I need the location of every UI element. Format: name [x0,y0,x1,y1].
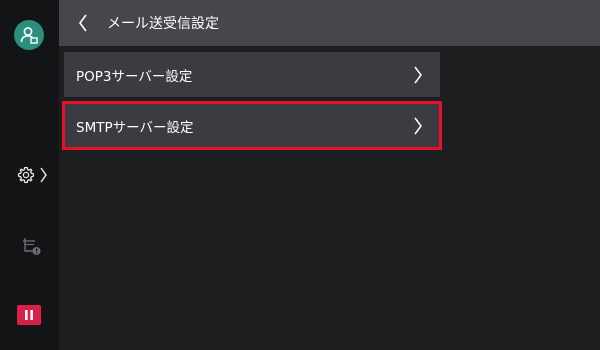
settings-menu: POP3サーバー設定 SMTPサーバー設定 [62,52,442,154]
page-title: メール送受信設定 [107,16,219,32]
user-avatar-button[interactable] [14,20,44,50]
chevron-right-icon [40,167,47,183]
menu-item-smtp-server-settings[interactable]: SMTPサーバー設定 [62,101,442,150]
menu-item-label: SMTPサーバー設定 [76,119,194,136]
pause-button[interactable] [17,305,41,325]
user-avatar-icon [20,27,38,44]
printer-status-icon [23,238,41,255]
back-button[interactable] [63,0,103,46]
job-status-button[interactable] [20,234,44,258]
gear-icon [17,166,35,184]
header-bar: メール送受信設定 [59,0,600,46]
left-rail [0,0,59,350]
chevron-left-icon [79,14,87,32]
chevron-right-icon [414,117,422,135]
menu-item-label: POP3サーバー設定 [76,68,193,85]
screen: メール送受信設定 POP3サーバー設定 SMTPサーバー設定 [0,0,600,350]
settings-button[interactable] [16,160,58,190]
chevron-right-icon [414,66,422,84]
menu-item-pop3-server-settings[interactable]: POP3サーバー設定 [64,52,440,97]
pause-icon [25,310,33,320]
